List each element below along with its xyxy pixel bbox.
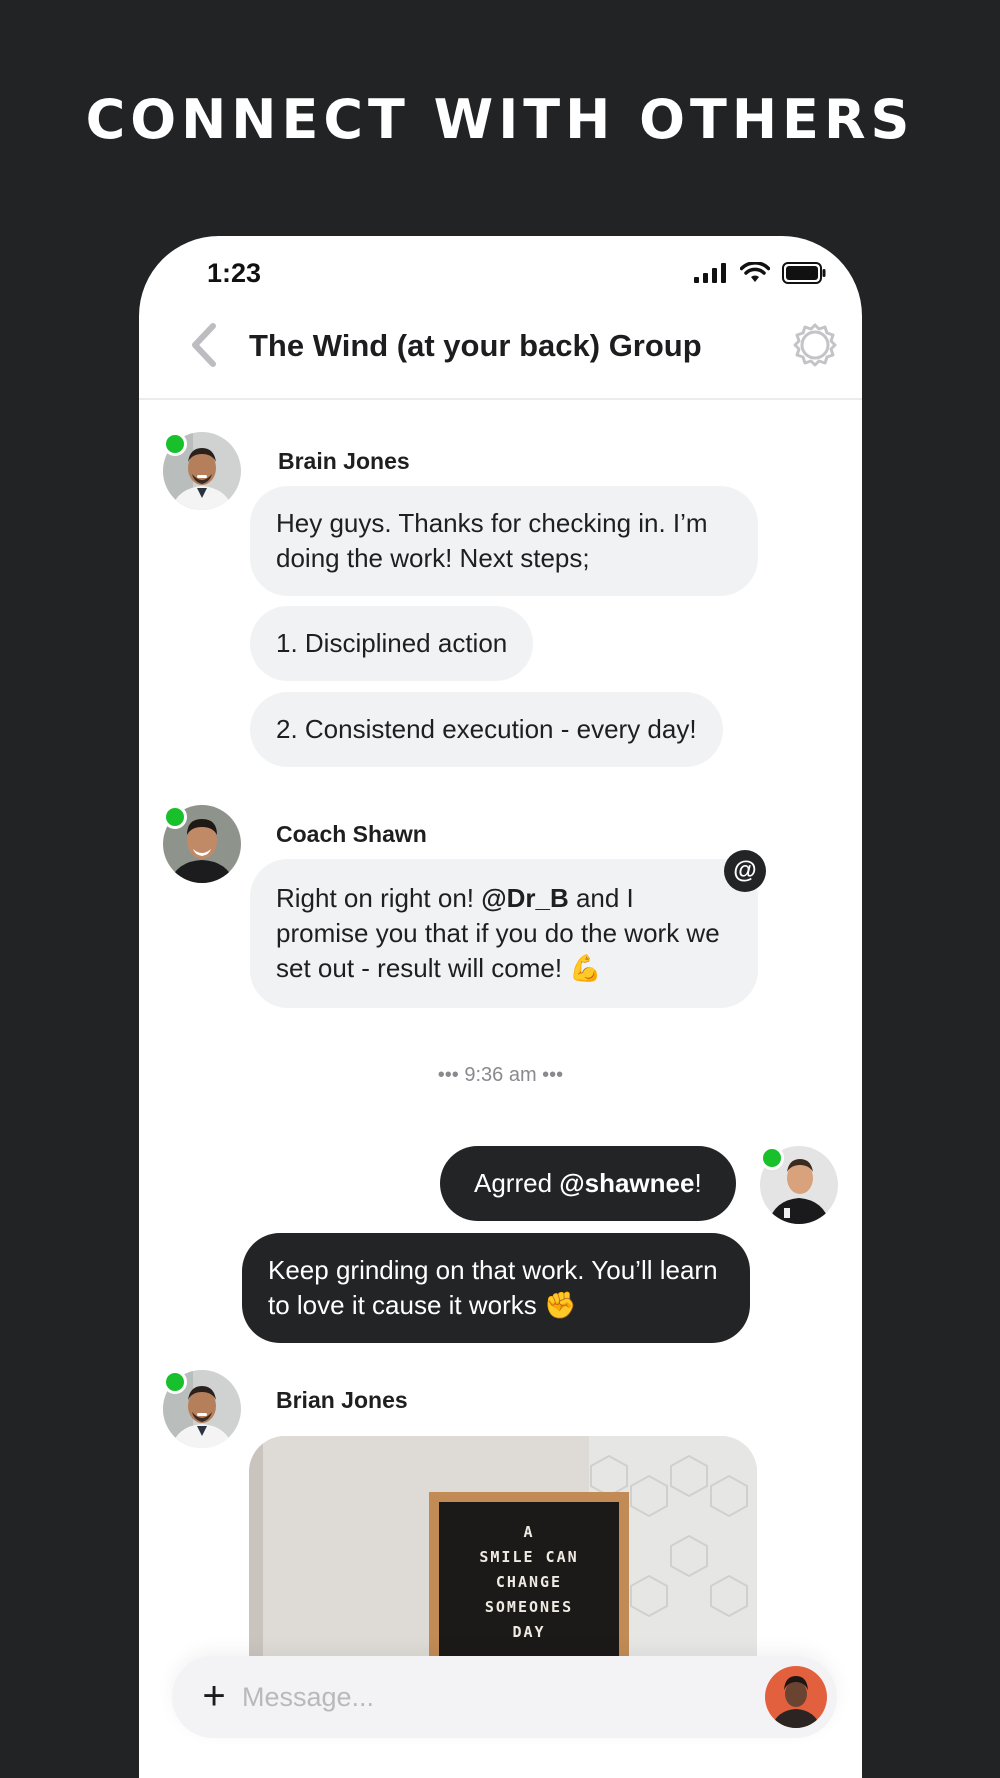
avatar-self[interactable] <box>760 1146 838 1224</box>
status-time: 1:23 <box>207 258 262 288</box>
online-indicator <box>163 1370 187 1394</box>
own-message-bubble[interactable]: Keep grinding on that work. You’ll learn… <box>242 1233 750 1343</box>
message-text: Right on right on! <box>276 883 482 913</box>
letterboard-line: CHANGE <box>495 1573 563 1591</box>
avatar-brian-jones[interactable] <box>163 1370 241 1448</box>
conversation[interactable]: Brain Jones Hey guys. Thanks for checkin… <box>139 402 862 1736</box>
composer-avatar[interactable] <box>765 1666 827 1728</box>
settings-button[interactable] <box>792 322 838 368</box>
wifi-icon <box>740 262 770 282</box>
sender-name: Brain Jones <box>278 448 410 474</box>
message-input[interactable] <box>242 1672 692 1722</box>
avatar-brain-jones[interactable] <box>163 432 241 510</box>
gear-icon <box>793 323 837 367</box>
mention-badge: @ <box>724 850 766 892</box>
online-indicator <box>163 432 187 456</box>
headline: CONNECT WITH OTHERS <box>85 88 915 151</box>
avatar-coach-shawn[interactable] <box>163 805 241 883</box>
own-message-bubble[interactable]: Agrred @shawnee! <box>440 1146 736 1221</box>
mention-link[interactable]: @Dr_B <box>481 883 568 913</box>
phone-screen: 1:23 The Wind (at your back) Group Brain… <box>139 236 862 1778</box>
sender-name: Brian Jones <box>276 1387 408 1413</box>
message-bubble[interactable]: Hey guys. Thanks for checking in. I’m do… <box>250 486 758 596</box>
chevron-left-icon <box>192 323 216 367</box>
letterboard-line: SOMEONES <box>484 1598 574 1616</box>
online-indicator <box>760 1146 784 1170</box>
online-indicator <box>163 805 187 829</box>
back-button[interactable] <box>185 320 225 370</box>
status-icons <box>694 262 826 284</box>
message-bubble[interactable]: 1. Disciplined action <box>250 606 534 681</box>
message-bubble[interactable]: 2. Consistend execution - every day! <box>250 692 723 767</box>
mention-link[interactable]: @shawnee <box>559 1168 694 1198</box>
signal-icon <box>694 263 726 283</box>
letterboard-line: SMILE CAN <box>479 1548 579 1566</box>
message-composer: + <box>172 1656 837 1738</box>
letterboard-line: DAY <box>512 1623 546 1641</box>
group-title: The Wind (at your back) Group <box>249 328 702 363</box>
sender-name: Coach Shawn <box>276 821 427 847</box>
chat-header: The Wind (at your back) Group <box>139 296 862 400</box>
letterboard-line: A <box>523 1523 535 1541</box>
battery-icon <box>782 262 826 284</box>
letterboard-text: A SMILE CAN CHANGE SOMEONES DAY <box>439 1520 619 1645</box>
add-attachment-button[interactable]: + <box>194 1676 234 1716</box>
message-text: Agrred <box>474 1168 560 1198</box>
message-text: ! <box>694 1168 702 1198</box>
time-separator: ••• 9:36 am ••• <box>437 1064 564 1086</box>
message-bubble[interactable]: Right on right on! @Dr_B and I promise y… <box>250 859 758 1008</box>
